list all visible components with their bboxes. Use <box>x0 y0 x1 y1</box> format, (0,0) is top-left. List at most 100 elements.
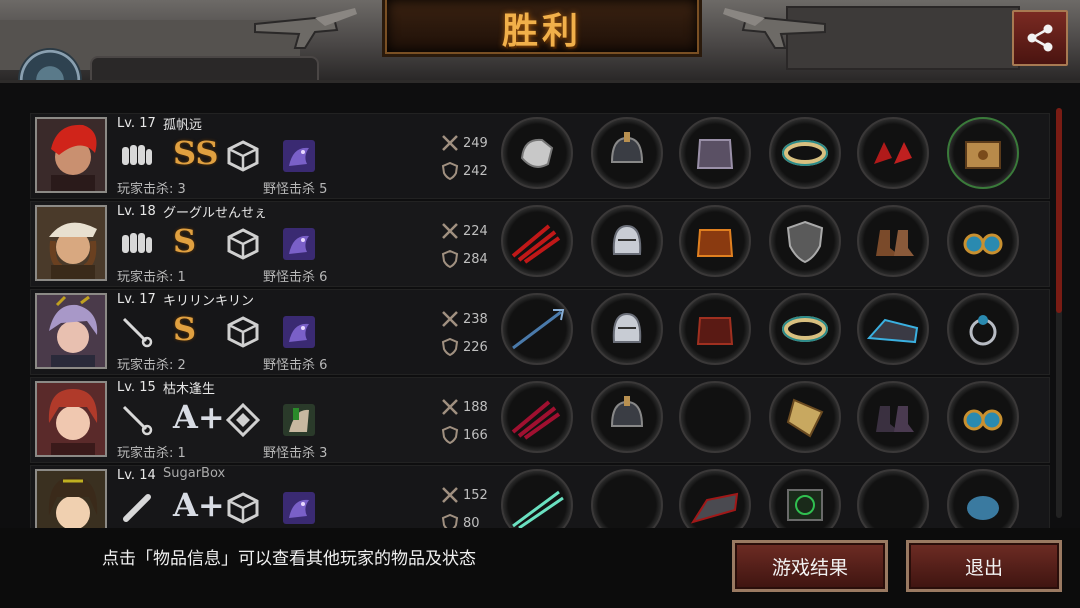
fire-armor-icon[interactable] <box>679 205 751 277</box>
player-row[interactable]: Lv. 17 キリリンキリン S 玩家击杀: 2 野怪击杀 6 238 226 <box>30 289 1050 375</box>
monster-kills: 野怪击杀 5 <box>263 182 328 197</box>
player-row[interactable]: Lv. 15 枯木逢生 A+ 玩家击杀: 1 野怪击杀 3 188 166 <box>30 377 1050 463</box>
page-title: 胜利 <box>501 11 582 52</box>
player-avatar <box>35 117 107 193</box>
gold-shield-icon[interactable] <box>769 381 841 453</box>
player-row[interactable]: Lv. 14 SugarBox A+ 152 80 <box>30 465 1050 533</box>
attack-value: 224 <box>463 223 488 239</box>
player-name: SugarBox <box>163 466 226 481</box>
empty-slot[interactable] <box>857 469 929 532</box>
red-armor-icon[interactable] <box>679 293 751 365</box>
bat-icon <box>119 490 155 526</box>
swords-icon <box>442 399 458 415</box>
dark-boots-icon[interactable] <box>857 381 929 453</box>
attack-value: 238 <box>463 311 488 327</box>
twin-blades-icon[interactable] <box>501 469 573 532</box>
game-result-button[interactable]: 游戏结果 <box>732 540 888 592</box>
empty-slot[interactable] <box>591 469 663 532</box>
earrings-icon[interactable] <box>947 381 1019 453</box>
share-icon <box>1027 24 1053 52</box>
player-level: Lv. 15 <box>117 380 156 395</box>
grade-badge: SS <box>173 134 219 172</box>
grade-badge: S <box>173 310 197 348</box>
monster-icon <box>281 314 317 350</box>
shield-item-icon[interactable] <box>769 205 841 277</box>
monster-icon <box>281 138 317 174</box>
helmet-icon[interactable] <box>591 381 663 453</box>
results-panel: Lv. 17 孤帆远 SS 玩家击杀: 3 野怪击杀 5 249 242 Lv.… <box>0 80 1080 533</box>
player-avatar <box>35 205 107 281</box>
monster-kills: 野怪击杀 6 <box>263 358 328 373</box>
trident-icon[interactable] <box>501 293 573 365</box>
attack-stat: 152 <box>441 486 488 504</box>
armor-icon[interactable] <box>679 117 751 189</box>
monster-icon <box>281 490 317 526</box>
heels-icon[interactable] <box>857 117 929 189</box>
orb-icon[interactable] <box>947 469 1019 532</box>
shield-icon <box>441 162 459 180</box>
fist-icon <box>119 226 155 262</box>
player-level: Lv. 17 <box>117 292 156 307</box>
red-claw-icon[interactable] <box>501 381 573 453</box>
team-emblem-icon <box>14 44 88 84</box>
chest-box-icon[interactable] <box>947 117 1019 189</box>
player-row[interactable]: Lv. 17 孤帆远 SS 玩家击杀: 3 野怪击杀 5 249 242 <box>30 113 1050 199</box>
shield-icon <box>441 250 459 268</box>
armor-cube-icon <box>225 138 261 174</box>
gauntlet-icon[interactable] <box>501 117 573 189</box>
shield-icon <box>441 338 459 356</box>
swords-icon <box>442 135 458 151</box>
boots-icon[interactable] <box>857 205 929 277</box>
defense-value: 242 <box>463 163 488 179</box>
player-level: Lv. 14 <box>117 468 156 483</box>
defense-value: 166 <box>463 427 488 443</box>
defense-stat: 284 <box>441 250 488 268</box>
swords-icon <box>442 487 458 503</box>
player-kills: 玩家击杀: 1 <box>117 446 186 461</box>
boots-icon[interactable] <box>679 469 751 532</box>
attack-stat: 249 <box>441 134 488 152</box>
ring-icon[interactable] <box>947 293 1019 365</box>
player-level: Lv. 18 <box>117 204 156 219</box>
bracelet-icon[interactable] <box>769 117 841 189</box>
monster-kills: 野怪击杀 3 <box>263 446 328 461</box>
revolver-ornament-icon <box>254 8 357 49</box>
monster-icon <box>281 402 317 438</box>
grade-badge: A+ <box>173 486 225 524</box>
rapier-icon <box>119 402 155 438</box>
player-kills: 玩家击杀: 3 <box>117 182 186 197</box>
empty-slot[interactable] <box>679 381 751 453</box>
player-avatar <box>35 381 107 457</box>
hint-text: 点击「物品信息」可以查看其他玩家的物品及状态 <box>102 549 476 569</box>
armor-cube-icon <box>225 226 261 262</box>
attack-value: 188 <box>463 399 488 415</box>
armor-cube-icon <box>225 314 261 350</box>
rapier-icon <box>119 314 155 350</box>
claw-icon[interactable] <box>501 205 573 277</box>
exit-button[interactable]: 退出 <box>906 540 1062 592</box>
player-name: 枯木逢生 <box>163 382 216 397</box>
share-button[interactable] <box>1012 10 1068 66</box>
player-name: キリリンキリン <box>163 294 255 309</box>
helmet-icon[interactable] <box>591 117 663 189</box>
player-level: Lv. 17 <box>117 116 156 131</box>
fist-icon <box>119 138 155 174</box>
earrings-icon[interactable] <box>947 205 1019 277</box>
attack-value: 152 <box>463 487 488 503</box>
defense-value: 284 <box>463 251 488 267</box>
player-row[interactable]: Lv. 18 グーグルせんせぇ S 玩家击杀: 1 野怪击杀 6 224 284 <box>30 201 1050 287</box>
tech-boots-icon[interactable] <box>857 293 929 365</box>
bracelet-icon[interactable] <box>769 293 841 365</box>
knight-helmet-icon[interactable] <box>591 293 663 365</box>
player-name: グーグルせんせぇ <box>163 206 268 221</box>
armor-cube-icon <box>225 490 261 526</box>
grade-badge: A+ <box>173 398 225 436</box>
swords-icon <box>442 311 458 327</box>
radar-icon[interactable] <box>769 469 841 532</box>
swords-icon <box>442 223 458 239</box>
scrollbar-thumb[interactable] <box>1056 108 1062 313</box>
attack-stat: 224 <box>441 222 488 240</box>
attack-value: 249 <box>463 135 488 151</box>
knight-helmet-icon[interactable] <box>591 205 663 277</box>
team-tab <box>90 56 319 82</box>
